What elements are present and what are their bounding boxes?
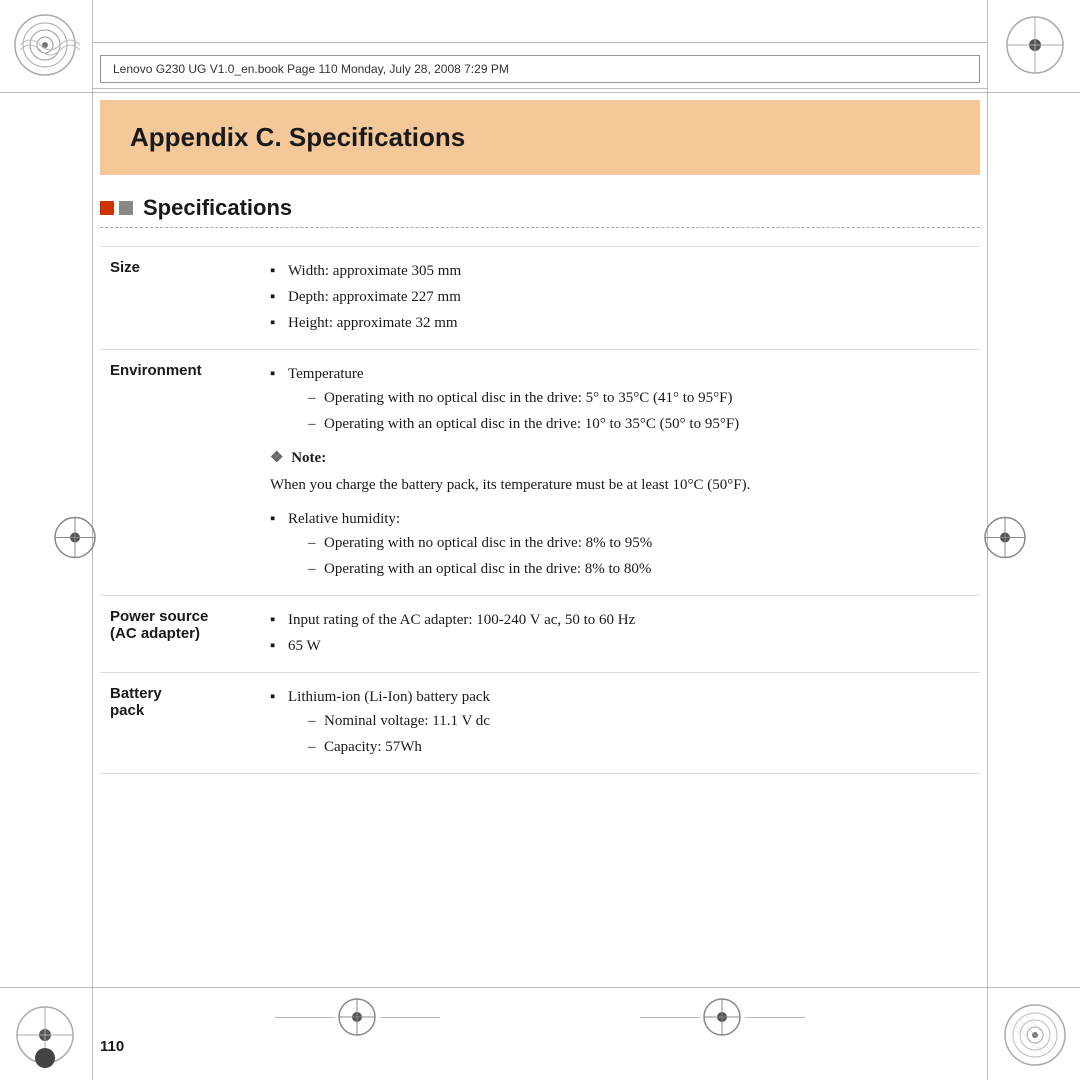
specs-table: Size Width: approximate 305 mm Depth: ap…: [100, 246, 980, 774]
mid-reg-mark-left: [50, 513, 100, 568]
spec-content-battery: Lithium-ion (Li-Ion) battery pack Nomina…: [260, 673, 980, 774]
battery-dash-list: Nominal voltage: 11.1 V dc Capacity: 57W…: [308, 709, 970, 759]
env-dash-list-temp: Operating with no optical disc in the dr…: [308, 386, 970, 436]
bottom-mark-right: [640, 995, 805, 1040]
horizontal-line-top: [0, 92, 1080, 93]
list-item: Input rating of the AC adapter: 100-240 …: [270, 608, 970, 632]
spec-label-power: Power source(AC adapter): [100, 596, 260, 673]
bullet-gray: [119, 201, 133, 215]
corner-decoration-tl: [10, 10, 90, 90]
list-item: Relative humidity: Operating with no opt…: [270, 507, 970, 581]
list-item: Operating with an optical disc in the dr…: [308, 412, 970, 436]
spec-content-size: Width: approximate 305 mm Depth: approxi…: [260, 247, 980, 350]
env-dash-list-humidity: Operating with no optical disc in the dr…: [308, 531, 970, 581]
list-item: Lithium-ion (Li-Ion) battery pack Nomina…: [270, 685, 970, 759]
filepath-text: Lenovo G230 UG V1.0_en.book Page 110 Mon…: [113, 62, 509, 76]
list-item: Operating with no optical disc in the dr…: [308, 386, 970, 410]
hline-filepath-top: [92, 42, 988, 43]
power-bullet-list: Input rating of the AC adapter: 100-240 …: [270, 608, 970, 658]
env-bullet-list-humidity: Relative humidity: Operating with no opt…: [270, 507, 970, 581]
section-title: Specifications: [143, 195, 292, 221]
note-label: Note:: [291, 450, 326, 466]
spec-label-environment: Environment: [100, 350, 260, 596]
list-item: Nominal voltage: 11.1 V dc: [308, 709, 970, 733]
table-row-size: Size Width: approximate 305 mm Depth: ap…: [100, 247, 980, 350]
note-title: ❖ Note:: [270, 446, 970, 470]
section-bullets: [100, 201, 133, 215]
spec-label-size: Size: [100, 247, 260, 350]
table-row-power-source: Power source(AC adapter) Input rating of…: [100, 596, 980, 673]
note-text: When you charge the battery pack, its te…: [270, 473, 970, 497]
corner-decoration-tr: [990, 10, 1070, 90]
main-content: Appendix C. Specifications Specification…: [100, 100, 980, 960]
bottom-marks-row: [0, 995, 1080, 1040]
note-box: ❖ Note: When you charge the battery pack…: [270, 446, 970, 497]
list-item: Height: approximate 32 mm: [270, 311, 970, 335]
bottom-mark-left: [275, 995, 440, 1040]
list-item: Operating with no optical disc in the dr…: [308, 531, 970, 555]
list-item: Capacity: 57Wh: [308, 735, 970, 759]
list-item: 65 W: [270, 634, 970, 658]
chapter-title: Appendix C. Specifications: [130, 122, 465, 152]
list-item: Operating with an optical disc in the dr…: [308, 557, 970, 581]
section-heading: Specifications: [100, 195, 980, 228]
list-item: Temperature Operating with no optical di…: [270, 362, 970, 436]
hline-filepath-bottom: [92, 88, 988, 89]
spec-content-power: Input rating of the AC adapter: 100-240 …: [260, 596, 980, 673]
note-icon: ❖: [270, 446, 283, 470]
list-item: Depth: approximate 227 mm: [270, 285, 970, 309]
table-row-environment: Environment Temperature Operating with n…: [100, 350, 980, 596]
size-bullet-list: Width: approximate 305 mm Depth: approxi…: [270, 259, 970, 335]
list-item: Width: approximate 305 mm: [270, 259, 970, 283]
spec-content-environment: Temperature Operating with no optical di…: [260, 350, 980, 596]
table-row-battery-pack: Batterypack Lithium-ion (Li-Ion) battery…: [100, 673, 980, 774]
spec-label-battery: Batterypack: [100, 673, 260, 774]
bullet-red: [100, 201, 114, 215]
page-number: 110: [100, 1038, 124, 1055]
mid-reg-mark-right: [980, 513, 1030, 568]
horizontal-line-bottom: [0, 987, 1080, 988]
filepath-bar: Lenovo G230 UG V1.0_en.book Page 110 Mon…: [100, 55, 980, 83]
chapter-header: Appendix C. Specifications: [100, 100, 980, 175]
battery-bullet-list: Lithium-ion (Li-Ion) battery pack Nomina…: [270, 685, 970, 759]
env-bullet-list: Temperature Operating with no optical di…: [270, 362, 970, 436]
